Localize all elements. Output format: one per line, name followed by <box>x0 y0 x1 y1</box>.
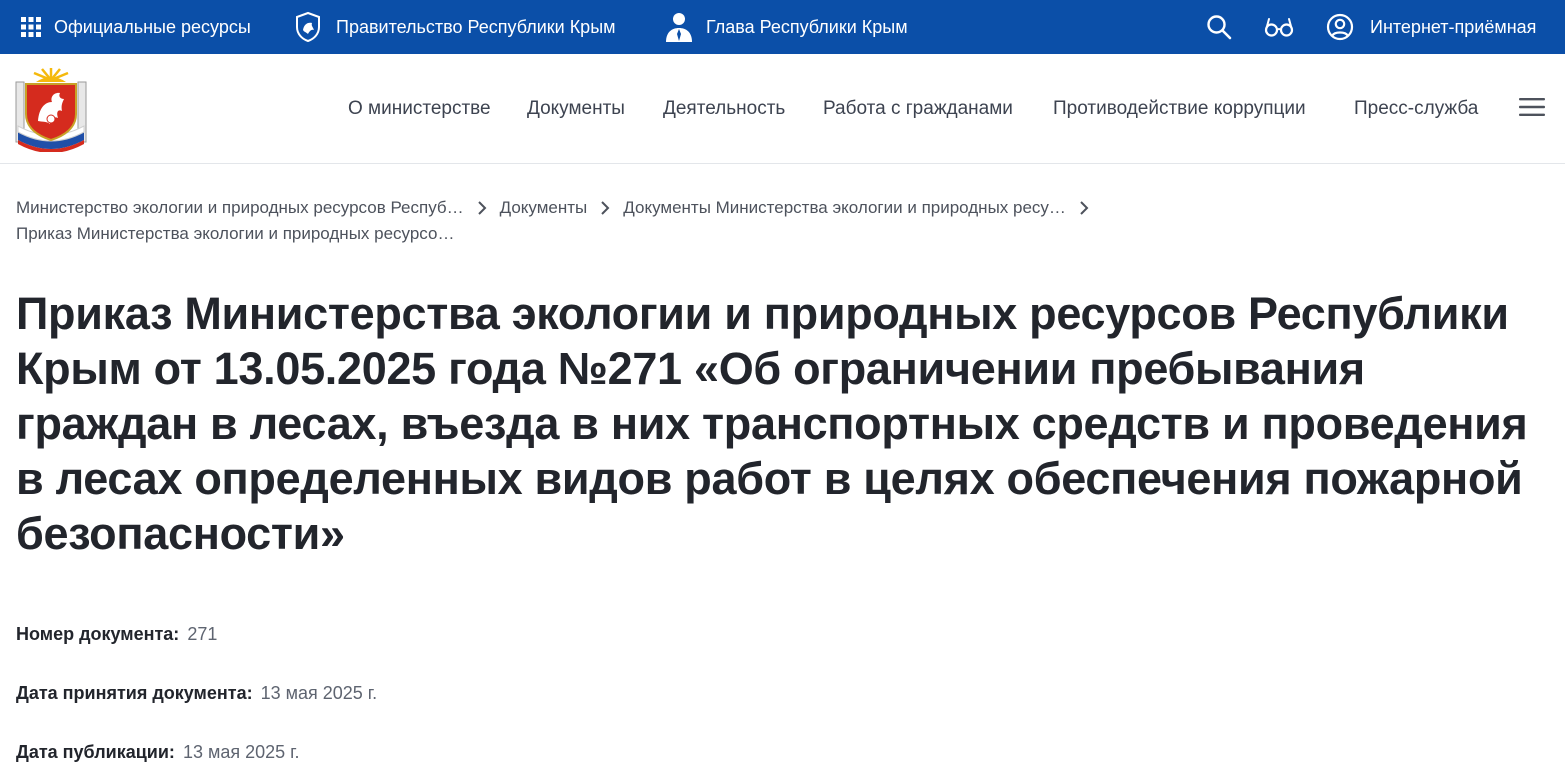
breadcrumb: Министерство экологии и природных ресурс… <box>16 195 1546 247</box>
top-bar: Официальные ресурсы Правительство Респуб… <box>0 0 1565 54</box>
government-link[interactable]: Правительство Республики Крым <box>292 0 616 54</box>
official-resources-label: Официальные ресурсы <box>54 16 251 37</box>
nav-work-with-citizens[interactable]: Работа с гражданами <box>823 98 1013 120</box>
document-published-date: Дата публикации: 13 мая 2025 г. <box>16 740 300 764</box>
document-number-label: Номер документа: <box>16 624 180 644</box>
breadcrumb-item-ministry[interactable]: Министерство экологии и природных ресурс… <box>16 195 464 221</box>
hamburger-icon <box>1519 98 1545 116</box>
official-resources-link[interactable]: Официальные ресурсы <box>20 0 251 54</box>
site-header: О министерстве Документы Деятельность Ра… <box>0 54 1565 164</box>
document-number: Номер документа: 271 <box>16 622 217 646</box>
main-nav-slot: Работа с гражданами <box>823 54 1013 164</box>
chevron-right-icon <box>587 200 623 216</box>
published-date-label: Дата публикации: <box>16 742 175 762</box>
chevron-right-icon <box>1066 200 1102 216</box>
search-button[interactable] <box>1205 0 1233 54</box>
reception-label: Интернет-приёмная <box>1370 16 1537 37</box>
user-circle-icon <box>1326 13 1354 41</box>
breadcrumb-item-current: Приказ Министерства экологии и природных… <box>16 224 455 243</box>
reception-link[interactable]: Интернет-приёмная <box>1326 0 1536 54</box>
chevron-right-icon <box>464 200 500 216</box>
government-emblem-icon <box>292 11 324 43</box>
adopted-date-value: 13 мая 2025 г. <box>260 683 378 703</box>
breadcrumb-item-ministry-documents[interactable]: Документы Министерства экологии и природ… <box>623 195 1066 221</box>
nav-activity[interactable]: Деятельность <box>663 98 785 120</box>
main-nav: О министерстве <box>348 54 491 164</box>
nav-press-service[interactable]: Пресс-служба <box>1354 98 1478 120</box>
government-label: Правительство Республики Крым <box>336 16 616 37</box>
document-number-value: 271 <box>187 624 218 644</box>
nav-documents[interactable]: Документы <box>527 98 625 120</box>
glasses-icon <box>1264 18 1294 37</box>
head-link[interactable]: Глава Республики Крым <box>664 0 908 54</box>
menu-button[interactable] <box>1518 95 1546 119</box>
published-date-value: 13 мая 2025 г. <box>182 742 300 762</box>
main-nav-slot: Документы <box>527 54 625 164</box>
page-title: Приказ Министерства экологии и природных… <box>16 288 1528 559</box>
document-adopted-date: Дата принятия документа: 13 мая 2025 г. <box>16 681 377 705</box>
crimea-coat-of-arms-logo[interactable] <box>14 66 88 153</box>
grid-icon <box>20 16 42 38</box>
accessibility-button[interactable] <box>1264 0 1294 54</box>
person-icon <box>664 11 694 43</box>
nav-about-ministry[interactable]: О министерстве <box>348 98 491 120</box>
nav-anti-corruption[interactable]: Противодействие коррупции <box>1053 98 1306 120</box>
main-nav-slot: Противодействие коррупции <box>1053 54 1306 164</box>
head-label: Глава Республики Крым <box>706 16 908 37</box>
breadcrumb-item-documents[interactable]: Документы <box>500 195 588 221</box>
main-nav-slot: Пресс-служба <box>1354 54 1478 164</box>
search-icon <box>1207 15 1232 40</box>
main-nav-slot: Деятельность <box>663 54 785 164</box>
adopted-date-label: Дата принятия документа: <box>16 683 253 703</box>
